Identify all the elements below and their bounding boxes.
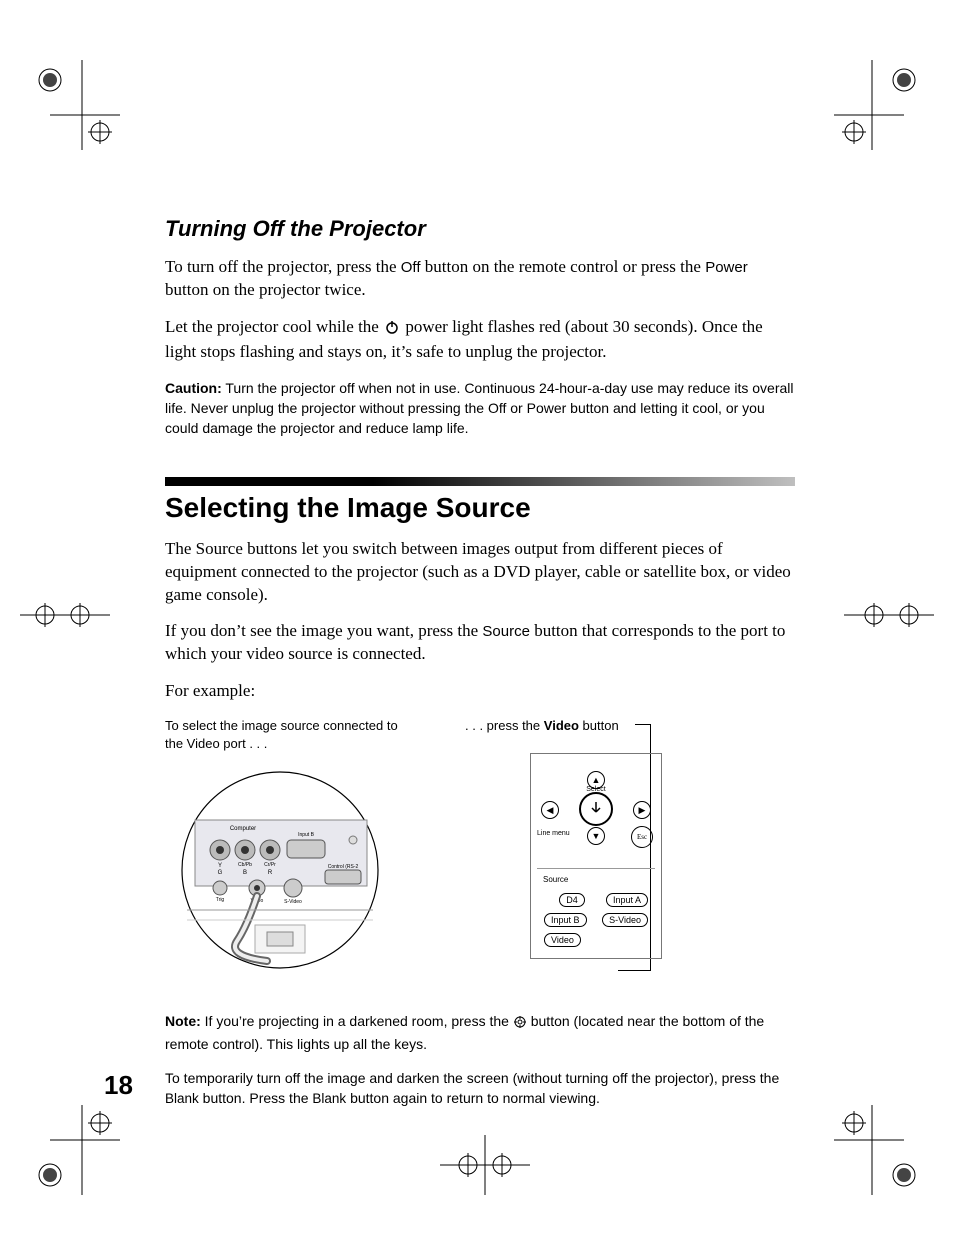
text-run: Let the projector cool while the xyxy=(165,317,383,336)
power-icon xyxy=(385,318,399,341)
tip-paragraph: To temporarily turn off the image and da… xyxy=(165,1068,795,1109)
remote-s-video-button: S-Video xyxy=(602,913,648,927)
callout-leader-line xyxy=(635,724,651,725)
down-arrow-icon: ▼ xyxy=(587,827,605,845)
light-button-icon xyxy=(514,1013,526,1033)
registration-mark xyxy=(834,1105,924,1195)
callout-left: To select the image source connected to … xyxy=(165,717,415,752)
text-run: button. Press the xyxy=(199,1090,313,1106)
page-number: 18 xyxy=(104,1070,133,1101)
text-run: button again to return to normal viewing… xyxy=(346,1090,600,1106)
svg-text:S-Video: S-Video xyxy=(284,899,302,905)
svg-text:Control (RS-2: Control (RS-2 xyxy=(328,864,359,870)
registration-mark xyxy=(30,1105,120,1195)
remote-input-a-button: Input A xyxy=(606,893,648,907)
video-label: Video xyxy=(544,718,579,733)
esc-button: Esc xyxy=(631,826,653,848)
section-divider xyxy=(165,477,795,486)
text-run: button on the remote control or press th… xyxy=(421,257,706,276)
svg-text:R: R xyxy=(268,870,273,876)
svg-text:B: B xyxy=(243,870,247,876)
text-run: To temporarily turn off the image and da… xyxy=(165,1070,779,1086)
text-run: If you don’t see the image you want, pre… xyxy=(165,621,482,640)
body-paragraph: To turn off the projector, press the Off… xyxy=(165,256,795,302)
source-label: Source xyxy=(482,623,530,640)
svg-text:Cr/Pr: Cr/Pr xyxy=(264,862,276,868)
svg-text:G: G xyxy=(218,870,223,876)
caution-text: Turn the projector off when not in use. … xyxy=(165,380,794,437)
body-paragraph: If you don’t see the image you want, pre… xyxy=(165,620,795,666)
off-label: Off xyxy=(401,259,421,276)
registration-mark xyxy=(20,590,110,640)
svg-text:Trig: Trig xyxy=(216,897,225,903)
caution-label: Caution: xyxy=(165,380,222,396)
remote-control-illustration: ▲ Select ◀ ▶ Line menu xyxy=(530,753,662,959)
subsection-title: Turning Off the Projector xyxy=(165,216,795,242)
body-paragraph: For example: xyxy=(165,680,795,703)
select-button-icon xyxy=(579,792,613,826)
registration-mark xyxy=(30,60,120,150)
body-paragraph: The Source buttons let you switch betwee… xyxy=(165,538,795,607)
right-arrow-icon: ▶ xyxy=(633,801,651,819)
note: Note: If you’re projecting in a darkened… xyxy=(165,1011,795,1054)
note-label: Note: xyxy=(165,1013,201,1029)
remote-d4-button: D4 xyxy=(559,893,585,907)
text-run: . . . press the xyxy=(465,718,544,733)
text-run: button xyxy=(579,718,619,733)
svg-text:Y: Y xyxy=(218,863,222,869)
registration-mark xyxy=(834,60,924,150)
example-figure-row: To select the image source connected to … xyxy=(165,717,795,985)
power-label: Power xyxy=(705,259,748,276)
text-run: button on the projector twice. xyxy=(165,280,366,299)
remote-video-button: Video xyxy=(544,933,581,947)
ports-computer-label: Computer xyxy=(230,826,256,832)
registration-mark xyxy=(844,590,934,640)
text-run: To turn off the projector, press the xyxy=(165,257,401,276)
caution-note: Caution: Turn the projector off when not… xyxy=(165,378,795,439)
svg-text:Cb/Pb: Cb/Pb xyxy=(238,862,252,868)
projector-ports-illustration: Computer Y Cb/Pb Cr/Pr G B R Input B Con… xyxy=(165,770,415,985)
callout-leader-line xyxy=(618,970,651,971)
blank-label: Blank xyxy=(165,1091,199,1106)
section-title: Selecting the Image Source xyxy=(165,492,795,524)
svg-text:Input B: Input B xyxy=(298,832,315,838)
remote-input-b-button: Input B xyxy=(544,913,587,927)
blank-label: Blank xyxy=(312,1091,346,1106)
remote-source-label: Source xyxy=(531,869,661,884)
callout-right: . . . press the Video button xyxy=(461,717,731,735)
body-paragraph: Let the projector cool while the power l… xyxy=(165,316,795,364)
registration-mark xyxy=(440,1135,530,1195)
note-text: If you’re projecting in a darkened room,… xyxy=(201,1013,513,1029)
